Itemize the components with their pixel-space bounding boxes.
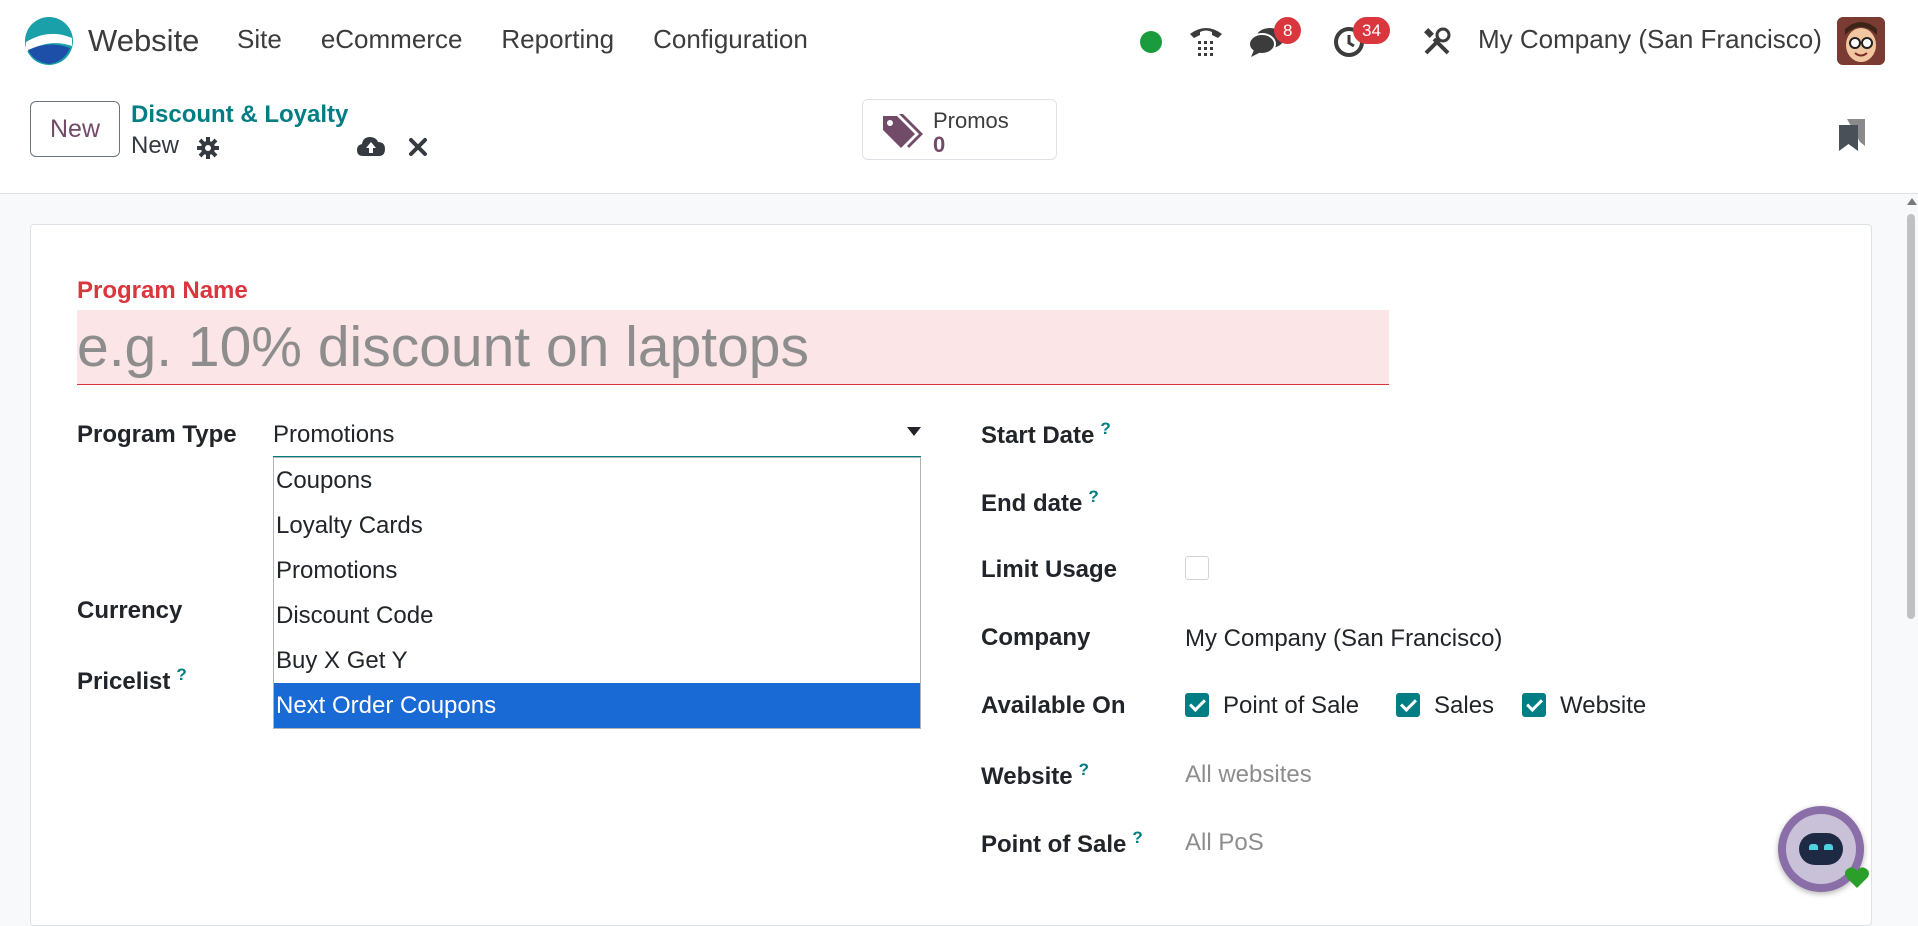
company-switcher[interactable]: My Company (San Francisco): [1478, 24, 1822, 55]
website-field[interactable]: All websites: [1185, 761, 1312, 789]
promos-stat-button[interactable]: Promos 0: [862, 99, 1057, 160]
top-navbar: Website Site eCommerce Reporting Configu…: [0, 0, 1918, 84]
control-panel: New Discount & Loyalty New Promos 0: [0, 84, 1918, 194]
chatbot-eye: [1809, 844, 1818, 850]
app-name: Website: [88, 23, 200, 58]
website-help-icon[interactable]: ?: [1079, 760, 1089, 779]
available-on-pos-label[interactable]: Point of Sale: [1223, 692, 1359, 720]
option-next-order-coupons[interactable]: Next Order Coupons: [274, 683, 920, 728]
program-type-value: Promotions: [273, 421, 395, 448]
heart-icon: [1845, 867, 1869, 888]
pricelist-help-icon[interactable]: ?: [176, 665, 186, 684]
breadcrumb-current: New: [131, 132, 180, 159]
cloud-save-icon[interactable]: [356, 134, 386, 160]
scroll-thumb[interactable]: [1907, 214, 1915, 619]
menu-item-reporting[interactable]: Reporting: [501, 24, 614, 55]
user-avatar[interactable]: [1837, 17, 1885, 65]
phone-icon[interactable]: [1188, 24, 1224, 58]
available-on-label: Available On: [981, 692, 1126, 719]
menu-item-configuration[interactable]: Configuration: [653, 24, 808, 55]
chatbot-face: [1799, 833, 1843, 865]
available-on-website-checkbox[interactable]: [1522, 693, 1546, 717]
breadcrumb-parent-link[interactable]: Discount & Loyalty: [131, 101, 348, 129]
option-promotions[interactable]: Promotions: [274, 548, 920, 593]
discard-close-icon[interactable]: [408, 137, 428, 157]
website-app-icon: [25, 17, 73, 65]
form-sheet: Program Name Program Type Promotions Cou…: [30, 224, 1872, 926]
promos-stat-value: 0: [933, 132, 946, 157]
program-type-dropdown: Coupons Loyalty Cards Promotions Discoun…: [273, 457, 921, 729]
gear-icon[interactable]: [196, 136, 220, 160]
bookmark-icon[interactable]: [1838, 118, 1866, 152]
available-on-sales-label[interactable]: Sales: [1434, 692, 1494, 720]
currency-label: Currency: [77, 597, 183, 624]
available-on-sales-checkbox[interactable]: [1396, 693, 1420, 717]
company-field[interactable]: My Company (San Francisco): [1185, 625, 1502, 653]
messages-count-badge: 8: [1274, 17, 1302, 44]
chatbot-eye: [1824, 844, 1833, 850]
new-record-button[interactable]: New: [30, 101, 120, 157]
limit-usage-checkbox[interactable]: [1185, 556, 1209, 580]
end-date-label: End date?: [981, 487, 1099, 517]
option-coupons[interactable]: Coupons: [274, 458, 920, 503]
start-date-label: Start Date?: [981, 419, 1111, 449]
main-menu: Site eCommerce Reporting Configuration: [237, 24, 847, 55]
available-on-pos-checkbox[interactable]: [1185, 693, 1209, 717]
program-name-input[interactable]: [77, 310, 1389, 385]
tags-icon: [883, 114, 923, 148]
menu-item-site[interactable]: Site: [237, 24, 282, 55]
pos-field[interactable]: All PoS: [1185, 829, 1264, 857]
activities-count-badge: 34: [1353, 17, 1390, 44]
option-loyalty-cards[interactable]: Loyalty Cards: [274, 503, 920, 548]
website-label: Website?: [981, 760, 1089, 790]
menu-item-ecommerce[interactable]: eCommerce: [321, 24, 463, 55]
debug-tools-icon[interactable]: [1422, 27, 1452, 57]
pricelist-label: Pricelist?: [77, 665, 187, 695]
chevron-down-icon: [907, 427, 921, 436]
app-brand[interactable]: Website: [24, 16, 199, 66]
limit-usage-label: Limit Usage: [981, 556, 1118, 583]
company-label: Company: [981, 624, 1091, 651]
end-date-help-icon[interactable]: ?: [1088, 487, 1098, 506]
program-type-label: Program Type: [77, 421, 237, 448]
presence-status-icon: [1140, 31, 1162, 53]
start-date-help-icon[interactable]: ?: [1100, 419, 1110, 438]
available-on-website-label[interactable]: Website: [1560, 692, 1646, 720]
program-type-select[interactable]: Promotions: [273, 413, 921, 457]
avatar-icon: [1837, 17, 1885, 65]
option-discount-code[interactable]: Discount Code: [274, 593, 920, 638]
pos-help-icon[interactable]: ?: [1132, 828, 1142, 847]
page-scrollbar[interactable]: [1904, 196, 1918, 895]
pos-label: Point of Sale?: [981, 828, 1143, 858]
program-name-label: Program Name: [77, 277, 248, 304]
promos-stat-label: Promos: [933, 108, 1009, 133]
option-buy-x-get-y[interactable]: Buy X Get Y: [274, 638, 920, 683]
scroll-up-arrow-icon[interactable]: [1907, 198, 1917, 205]
